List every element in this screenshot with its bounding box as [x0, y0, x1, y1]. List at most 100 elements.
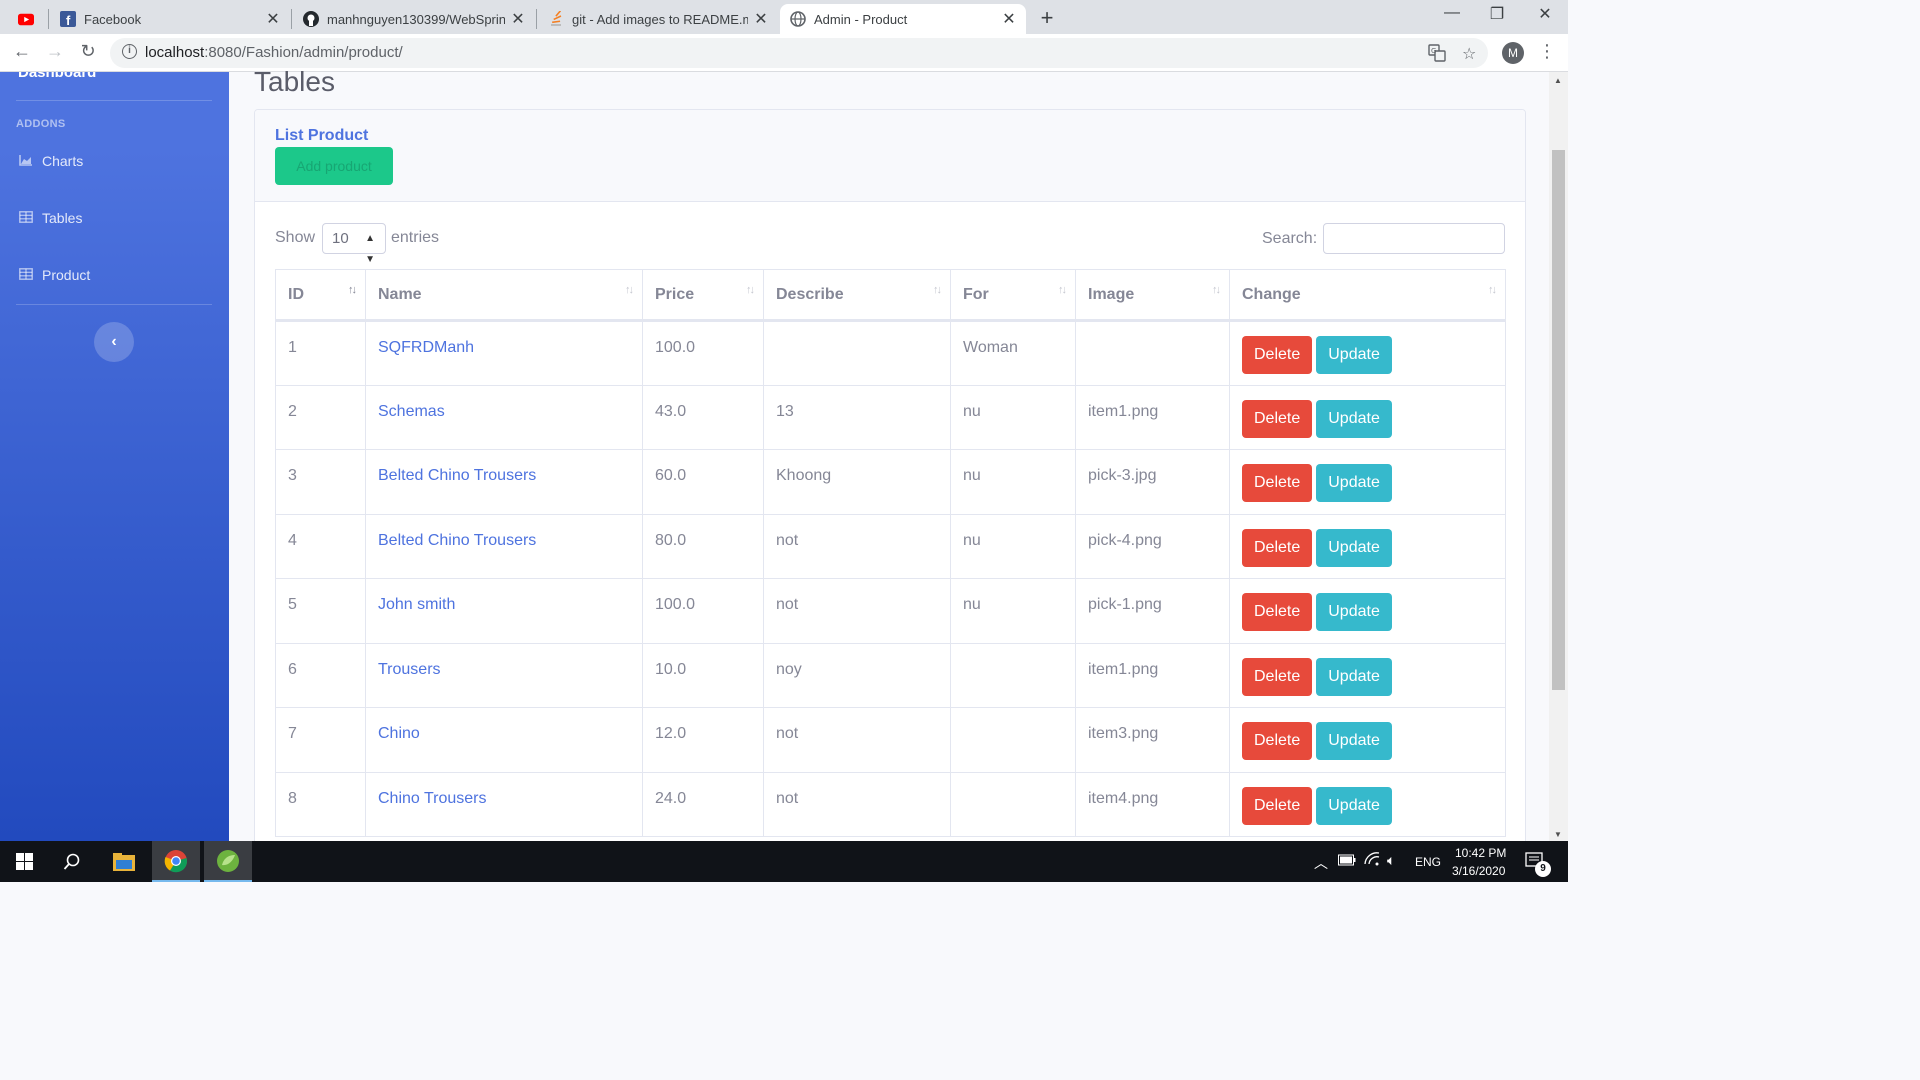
delete-button[interactable]: Delete: [1242, 399, 1313, 438]
scrollbar-thumb[interactable]: [1552, 150, 1565, 690]
sidebar-item-charts[interactable]: Charts: [18, 150, 83, 172]
wifi-icon[interactable]: [1364, 852, 1380, 869]
add-product-button[interactable]: Add product: [275, 147, 393, 185]
sidebar-item-dashboard[interactable]: Dashboard: [18, 72, 96, 82]
windows-start-icon[interactable]: [0, 841, 48, 882]
cell-id: 2: [275, 384, 366, 450]
sidebar-toggle-button[interactable]: ‹: [94, 322, 134, 362]
table-row: 3 Belted Chino Trousers 60.0 Khoong nu pick-3…: [275, 449, 1506, 515]
info-icon[interactable]: i: [122, 44, 137, 59]
scroll-up-icon[interactable]: ▲: [1554, 76, 1562, 85]
cell-name[interactable]: Schemas: [365, 384, 643, 450]
tab-youtube[interactable]: [8, 4, 48, 34]
clock-time[interactable]: 10:42 PM: [1455, 846, 1506, 860]
delete-button[interactable]: Delete: [1242, 593, 1313, 631]
tab-stackoverflow[interactable]: git - Add images to README.md ✕: [538, 4, 778, 34]
cell-name[interactable]: Chino: [365, 707, 643, 773]
update-button[interactable]: Update: [1316, 657, 1392, 696]
bookmark-star-icon[interactable]: ☆: [1462, 44, 1476, 64]
close-icon[interactable]: ✕: [266, 9, 280, 29]
cell-describe: not: [763, 513, 951, 579]
search-input[interactable]: [1323, 223, 1505, 254]
update-button[interactable]: Update: [1316, 786, 1392, 825]
youtube-icon: [18, 11, 34, 27]
close-icon[interactable]: ✕: [1002, 9, 1016, 29]
back-icon[interactable]: ←: [10, 41, 34, 62]
cell-price: 80.0: [642, 513, 764, 579]
column-header-price[interactable]: Price ↑↓: [642, 269, 764, 322]
delete-button[interactable]: Delete: [1242, 464, 1313, 502]
cell-id: 8: [275, 771, 366, 837]
column-header-image[interactable]: Image ↑↓: [1075, 269, 1230, 322]
cell-describe: not: [763, 707, 951, 773]
delete-button[interactable]: Delete: [1242, 722, 1313, 760]
sidebar-item-product[interactable]: Product: [18, 264, 90, 286]
column-header-change[interactable]: Change ↑↓: [1229, 269, 1506, 322]
cell-price: 60.0: [642, 449, 764, 515]
column-header-id[interactable]: ID ↑↓: [275, 269, 366, 322]
tab-admin-product[interactable]: Admin - Product ✕: [780, 4, 1026, 34]
cell-describe: 13: [763, 384, 951, 450]
spring-tool-suite-icon[interactable]: [204, 841, 252, 882]
update-button[interactable]: Update: [1316, 464, 1392, 502]
close-icon[interactable]: ✕: [754, 9, 768, 29]
sidebar-heading: ADDONS: [16, 118, 66, 130]
delete-button[interactable]: Delete: [1242, 657, 1313, 696]
language-indicator[interactable]: ENG: [1415, 855, 1441, 869]
new-tab-button[interactable]: +: [1036, 5, 1058, 31]
cell-describe: Khoong: [763, 449, 951, 515]
search-icon[interactable]: [48, 841, 96, 882]
cell-image: pick-4.png: [1075, 513, 1230, 579]
sidebar-item-tables[interactable]: Tables: [18, 207, 82, 229]
update-button[interactable]: Update: [1316, 336, 1392, 374]
vertical-scrollbar[interactable]: ▲ ▼: [1549, 72, 1568, 841]
chevron-up-icon[interactable]: ︿: [1314, 853, 1328, 873]
cell-for: nu: [950, 578, 1076, 644]
menu-dots-icon[interactable]: ⋮: [1538, 41, 1556, 62]
cell-name[interactable]: SQFRDManh: [365, 320, 643, 386]
cell-change: Delete Update: [1229, 642, 1506, 708]
update-button[interactable]: Update: [1316, 528, 1392, 567]
maximize-icon[interactable]: ❐: [1482, 4, 1512, 24]
cell-name[interactable]: Belted Chino Trousers: [365, 449, 643, 515]
column-header-name[interactable]: Name ↑↓: [365, 269, 643, 322]
delete-button[interactable]: Delete: [1242, 336, 1313, 374]
url-text[interactable]: localhost:8080/Fashion/admin/product/: [145, 44, 403, 61]
cell-name[interactable]: Trousers: [365, 642, 643, 708]
speaker-icon[interactable]: 🔈︎: [1387, 852, 1395, 869]
file-explorer-icon[interactable]: [100, 841, 148, 882]
cell-for: [950, 642, 1076, 708]
entries-select[interactable]: 10 ▲ ▼: [322, 223, 386, 265]
address-bar[interactable]: i localhost:8080/Fashion/admin/product/ …: [110, 38, 1488, 68]
translate-icon[interactable]: G: [1428, 44, 1446, 67]
cell-name[interactable]: Chino Trousers: [365, 771, 643, 837]
tab-facebook[interactable]: f Facebook ✕: [50, 4, 290, 34]
close-icon[interactable]: ✕: [511, 9, 525, 29]
update-button[interactable]: Update: [1316, 722, 1392, 760]
reload-icon[interactable]: ↻: [76, 41, 100, 62]
tab-github[interactable]: manhnguyen130399/WebSpring ✕: [293, 4, 535, 34]
window-close-icon[interactable]: ✕: [1530, 4, 1560, 24]
update-button[interactable]: Update: [1316, 593, 1392, 631]
delete-button[interactable]: Delete: [1242, 786, 1313, 825]
battery-icon[interactable]: [1338, 854, 1356, 869]
cell-name[interactable]: Belted Chino Trousers: [365, 513, 643, 579]
column-header-for[interactable]: For ↑↓: [950, 269, 1076, 322]
column-header-describe[interactable]: Describe ↑↓: [763, 269, 951, 322]
update-button[interactable]: Update: [1316, 399, 1392, 438]
table-row: 2 Schemas 43.0 13 nu item1.png Delete Update: [275, 384, 1506, 450]
avatar[interactable]: M: [1502, 42, 1524, 64]
table-icon: [18, 267, 34, 283]
minimize-icon[interactable]: —: [1437, 4, 1467, 22]
chrome-icon[interactable]: [152, 841, 200, 882]
browser-tab-bar: f Facebook ✕ manhnguyen130399/WebSpring …: [0, 0, 1568, 34]
github-icon: [303, 11, 319, 27]
sort-icon: ↑↓: [1212, 284, 1221, 296]
clock-date[interactable]: 3/16/2020: [1452, 864, 1505, 878]
delete-button[interactable]: Delete: [1242, 528, 1313, 567]
forward-icon[interactable]: →: [43, 41, 67, 62]
table-row: 4 Belted Chino Trousers 80.0 not nu pick-4.pn…: [275, 513, 1506, 579]
cell-name[interactable]: John smith: [365, 578, 643, 644]
scroll-down-icon[interactable]: ▼: [1554, 830, 1562, 839]
cell-change: Delete Update: [1229, 513, 1506, 579]
